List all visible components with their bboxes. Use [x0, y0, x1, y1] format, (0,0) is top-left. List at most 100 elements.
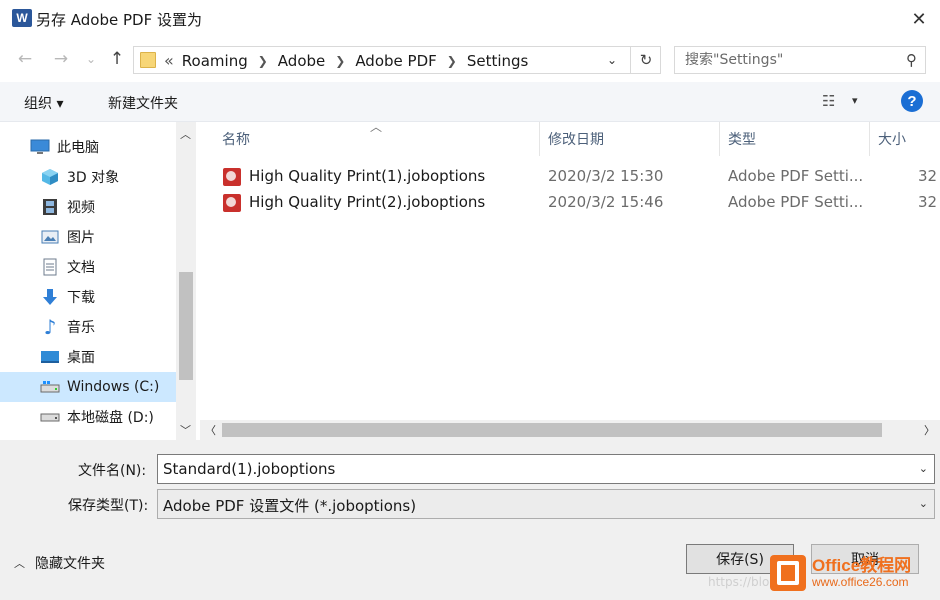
film-icon [40, 198, 60, 216]
sidebar-item-label: 本地磁盘 (D:) [67, 410, 154, 426]
site-logo-badge: Office教程网 www.office26.com [770, 548, 938, 598]
file-list: ︿ 名称 修改日期 类型 大小 High Quality Print(1).jo… [200, 122, 940, 440]
scroll-left-icon[interactable]: 〈 [205, 422, 216, 438]
hide-folders-toggle[interactable]: ︿ 隐藏文件夹 [14, 553, 105, 573]
up-button[interactable]: ↑ [106, 48, 128, 70]
office-logo-icon [770, 555, 806, 591]
scroll-down-icon[interactable]: ﹀ [180, 422, 191, 438]
save-button-label: 保存(S) [716, 552, 764, 568]
column-header-label: 修改日期 [548, 132, 604, 148]
download-icon [40, 288, 60, 306]
column-header-type[interactable]: 类型 [720, 122, 870, 156]
file-size: 32 [918, 167, 938, 185]
navigation-pane: 此电脑 3D 对象 视频 图片 文档 下载 ♪ 音乐 桌面 Windows (C… [0, 122, 196, 440]
document-icon [40, 258, 60, 276]
chevron-down-icon: ⌄ [606, 53, 618, 67]
file-name: High Quality Print(1).joboptions [249, 167, 486, 185]
badge-title: Office教程网 [812, 556, 912, 576]
new-folder-button[interactable]: 新建文件夹 [108, 93, 178, 113]
sidebar-item-3d-objects[interactable]: 3D 对象 [0, 162, 176, 192]
horizontal-scrollbar[interactable]: 〈 〉 [200, 420, 940, 440]
sidebar-item-local-disk-d[interactable]: 本地磁盘 (D:) [0, 402, 176, 432]
sidebar-item-label: 文档 [67, 260, 95, 276]
address-dropdown-button[interactable]: ⌄ [602, 50, 622, 70]
sidebar-item-downloads[interactable]: 下载 [0, 282, 176, 312]
file-name: High Quality Print(2).joboptions [249, 193, 486, 211]
sidebar-item-this-pc[interactable]: 此电脑 [0, 132, 176, 162]
search-box[interactable]: ⚲ [674, 46, 926, 74]
word-app-icon: W [12, 9, 32, 27]
address-bar[interactable]: « Roaming ❯ Adobe ❯ Adobe PDF ❯ Settings… [133, 46, 661, 74]
joboptions-file-icon [223, 194, 241, 212]
breadcrumb-separator-icon[interactable]: ❯ [447, 54, 457, 68]
joboptions-file-icon [223, 168, 241, 186]
sidebar-item-music[interactable]: ♪ 音乐 [0, 312, 176, 342]
view-options-icon[interactable]: ☷ [822, 92, 835, 110]
watermark-text: https://blog [708, 575, 777, 589]
refresh-icon: ↻ [639, 51, 653, 69]
chevron-down-icon[interactable]: ⌄ [919, 497, 928, 510]
sidebar-item-label: 3D 对象 [67, 170, 120, 186]
breadcrumb-item-adobe[interactable]: Adobe [278, 52, 325, 70]
close-button[interactable]: ✕ [906, 6, 932, 32]
sidebar-scroll-thumb[interactable] [179, 272, 193, 380]
filename-label: 文件名(N): [78, 463, 147, 479]
sidebar-scrollbar[interactable]: ︿ ﹀ [176, 122, 196, 440]
badge-url: www.office26.com [812, 574, 909, 589]
column-header-label: 类型 [728, 132, 756, 148]
folder-icon [140, 52, 156, 68]
refresh-button[interactable]: ↻ [630, 47, 661, 73]
breadcrumb: « Roaming ❯ Adobe ❯ Adobe PDF ❯ Settings [164, 51, 528, 70]
forward-arrow-icon: → [53, 49, 69, 69]
sidebar-item-desktop[interactable]: 桌面 [0, 342, 176, 372]
breadcrumb-separator-icon[interactable]: ❯ [335, 54, 345, 68]
search-icon[interactable]: ⚲ [906, 51, 917, 69]
command-toolbar: 组织 ▾ 新建文件夹 ☷ ▾ ? [0, 82, 940, 122]
recent-locations-button[interactable]: ⌄ [80, 48, 102, 70]
hide-folders-label: 隐藏文件夹 [35, 556, 105, 572]
file-row[interactable]: High Quality Print(2).joboptions 2020/3/… [200, 190, 940, 216]
breadcrumb-item-roaming[interactable]: Roaming [182, 52, 248, 70]
breadcrumb-separator-icon[interactable]: ❯ [258, 54, 268, 68]
filename-input[interactable] [163, 460, 893, 478]
music-icon: ♪ [43, 315, 57, 339]
view-dropdown-icon[interactable]: ▾ [852, 94, 858, 107]
chevron-up-icon: ︿ [14, 557, 25, 570]
help-icon[interactable]: ? [901, 90, 923, 112]
overflow-chevron-icon[interactable]: « [164, 51, 174, 70]
column-header-label: 名称 [222, 132, 250, 148]
scroll-up-icon[interactable]: ︿ [180, 126, 191, 142]
sidebar-item-label: 音乐 [67, 320, 95, 336]
file-date: 2020/3/2 15:46 [548, 193, 664, 211]
column-header-date[interactable]: 修改日期 [540, 122, 720, 156]
search-input[interactable] [685, 51, 895, 69]
horizontal-scroll-thumb[interactable] [222, 423, 882, 437]
organize-button[interactable]: 组织 ▾ [24, 93, 63, 113]
chevron-down-icon[interactable]: ⌄ [919, 462, 928, 475]
sidebar-item-label: Windows (C:) [67, 379, 160, 395]
drive-d-icon [40, 408, 60, 426]
up-arrow-icon: ↑ [109, 49, 125, 69]
sidebar-item-label: 下载 [67, 290, 95, 306]
sidebar-item-videos[interactable]: 视频 [0, 192, 176, 222]
column-header-name[interactable]: 名称 [214, 122, 540, 156]
sidebar-item-pictures[interactable]: 图片 [0, 222, 176, 252]
forward-button[interactable]: → [50, 48, 72, 70]
scroll-right-icon[interactable]: 〉 [924, 422, 935, 438]
sidebar-item-documents[interactable]: 文档 [0, 252, 176, 282]
computer-icon [30, 138, 50, 156]
file-date: 2020/3/2 15:30 [548, 167, 664, 185]
breadcrumb-item-settings[interactable]: Settings [467, 52, 529, 70]
sidebar-item-windows-c[interactable]: Windows (C:) [0, 372, 176, 402]
breadcrumb-item-adobe-pdf[interactable]: Adobe PDF [355, 52, 436, 70]
picture-icon [40, 228, 60, 246]
save-type-value: Adobe PDF 设置文件 (*.joboptions) [163, 497, 417, 515]
filename-field[interactable]: ⌄ [157, 454, 935, 484]
back-button[interactable]: ← [14, 48, 36, 70]
back-arrow-icon: ← [17, 49, 33, 69]
file-type: Adobe PDF Setti... [728, 193, 864, 211]
column-header-size[interactable]: 大小 [870, 122, 940, 156]
file-row[interactable]: High Quality Print(1).joboptions 2020/3/… [200, 164, 940, 190]
save-type-select[interactable]: Adobe PDF 设置文件 (*.joboptions) ⌄ [157, 489, 935, 519]
file-size: 32 [918, 193, 938, 211]
